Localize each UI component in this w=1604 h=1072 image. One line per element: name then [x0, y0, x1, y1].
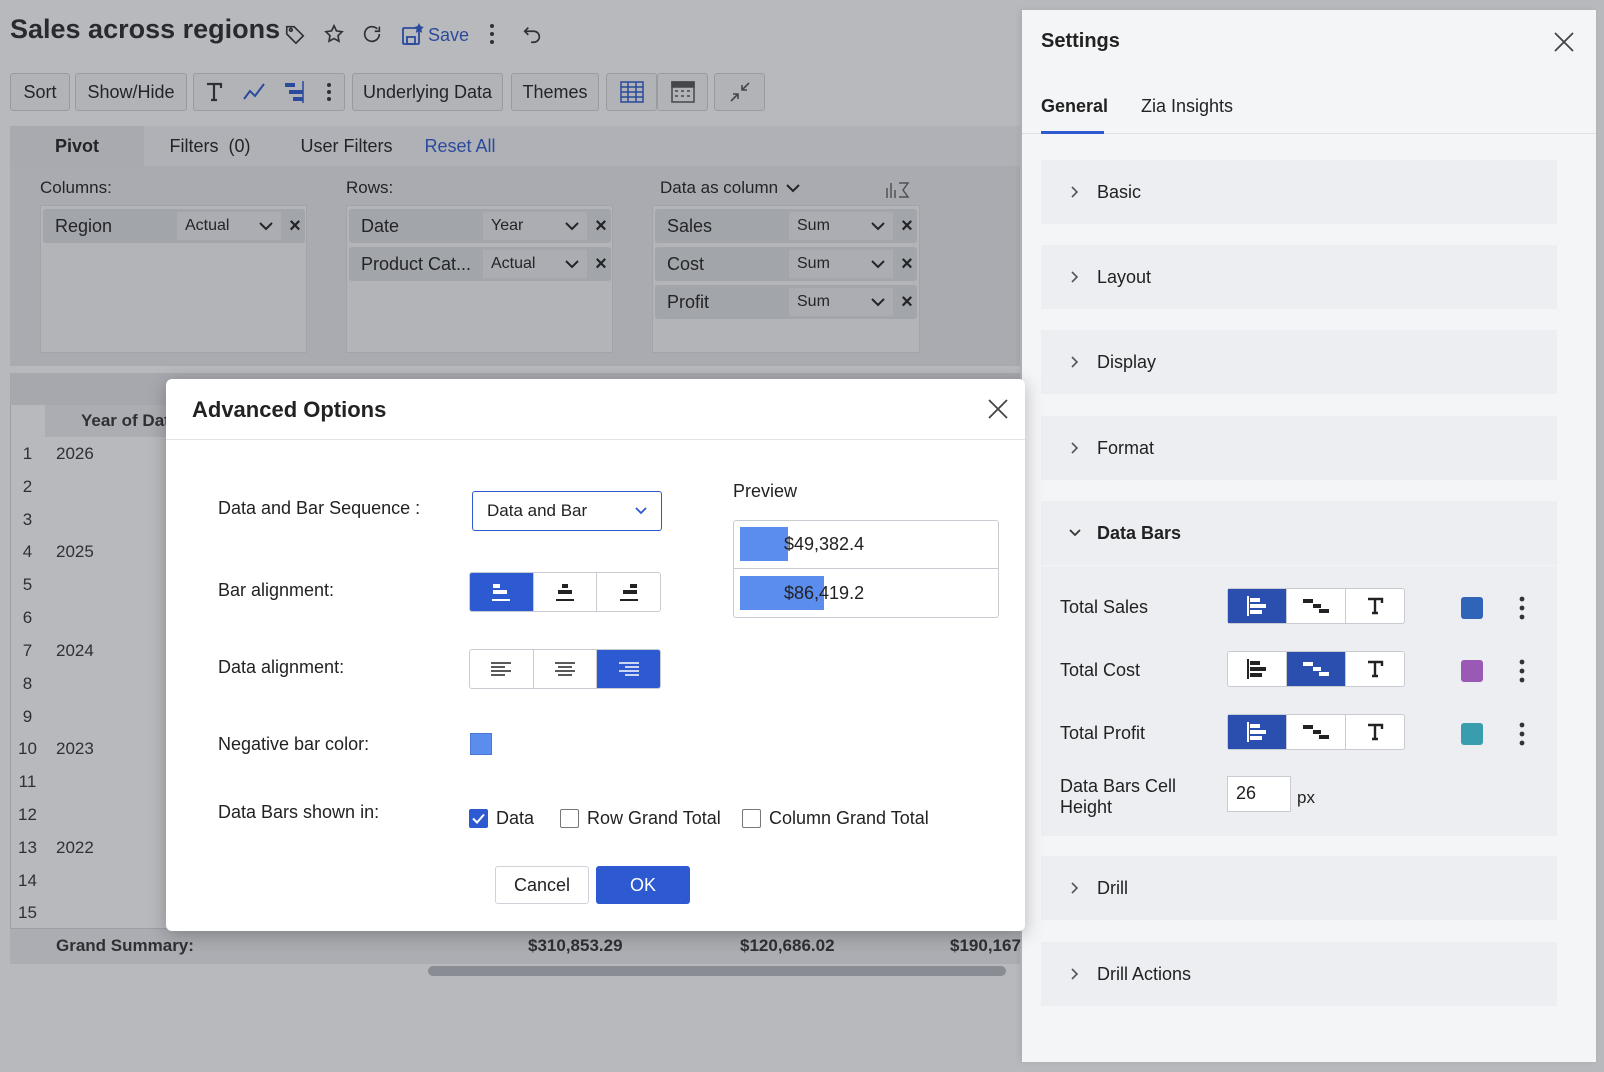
- close-icon[interactable]: [1550, 28, 1578, 56]
- checkbox-data[interactable]: Data: [469, 808, 534, 829]
- tab-zia-insights[interactable]: Zia Insights: [1141, 96, 1233, 117]
- chevron-right-icon: [1065, 442, 1085, 454]
- section-drill[interactable]: Drill: [1041, 856, 1557, 920]
- color-swatch[interactable]: [1461, 597, 1483, 619]
- data-bar-label: Total Cost: [1060, 660, 1141, 680]
- data-bar-label: Total Sales: [1060, 597, 1149, 617]
- bar-left-icon[interactable]: [1228, 589, 1287, 623]
- bar-style-selector: [1227, 651, 1405, 687]
- active-tab-indicator: [1041, 131, 1104, 134]
- more-vertical-icon[interactable]: [1512, 656, 1532, 686]
- chevron-right-icon: [1065, 186, 1085, 198]
- preview-row: $86,419.2: [733, 569, 999, 617]
- preview-row: $49,382.4: [733, 520, 999, 568]
- chevron-right-icon: [1065, 968, 1085, 980]
- cell-height-label: Data Bars Cell Height: [1060, 776, 1177, 817]
- color-swatch[interactable]: [1461, 723, 1483, 745]
- checkbox-unchecked-icon: [560, 809, 579, 828]
- bar-left-icon[interactable]: [1228, 715, 1287, 749]
- dialog-divider: [166, 439, 1025, 440]
- bar-diverging-icon[interactable]: [1287, 652, 1346, 686]
- shown-in-label: Data Bars shown in:: [218, 802, 380, 822]
- text-icon[interactable]: [1346, 715, 1404, 749]
- cell-height-unit: px: [1297, 788, 1315, 807]
- checkbox-row-grand-total[interactable]: Row Grand Total: [560, 808, 721, 829]
- bar-alignment-label: Bar alignment:: [218, 580, 335, 600]
- sequence-label: Data and Bar Sequence :: [218, 498, 421, 518]
- text-icon[interactable]: [1346, 589, 1404, 623]
- color-swatch[interactable]: [1461, 660, 1483, 682]
- section-basic[interactable]: Basic: [1041, 160, 1557, 224]
- preview-value: $49,382.4: [784, 534, 865, 554]
- settings-tabs: [1022, 76, 1596, 134]
- data-bar-label: Total Profit: [1060, 723, 1146, 743]
- bar-diverging-icon[interactable]: [1287, 589, 1346, 623]
- dialog-title: Advanced Options: [192, 397, 387, 422]
- text-icon[interactable]: [1346, 652, 1404, 686]
- section-display[interactable]: Display: [1041, 330, 1557, 394]
- sequence-select[interactable]: Data and Bar: [472, 491, 662, 531]
- negative-color-swatch[interactable]: [470, 733, 492, 755]
- chevron-down-icon: [635, 507, 647, 515]
- cell-height-input[interactable]: 26: [1227, 776, 1291, 812]
- section-layout[interactable]: Layout: [1041, 245, 1557, 309]
- chevron-down-icon: [1065, 529, 1085, 537]
- align-center-icon[interactable]: [534, 650, 598, 688]
- bar-left-icon[interactable]: [1228, 652, 1287, 686]
- preview-value: $86,419.2: [784, 583, 865, 603]
- more-vertical-icon[interactable]: [1512, 719, 1532, 749]
- negative-color-label: Negative bar color:: [218, 734, 370, 754]
- data-alignment-label: Data alignment:: [218, 657, 345, 677]
- chevron-right-icon: [1065, 356, 1085, 368]
- checkbox-checked-icon: [469, 809, 488, 828]
- close-icon[interactable]: [984, 395, 1012, 423]
- ok-button[interactable]: OK: [596, 866, 690, 904]
- bar-align-center-icon[interactable]: [534, 573, 598, 611]
- align-right-icon[interactable]: [597, 650, 660, 688]
- chevron-right-icon: [1065, 271, 1085, 283]
- section-format[interactable]: Format: [1041, 416, 1557, 480]
- cancel-button[interactable]: Cancel: [495, 866, 589, 904]
- section-drill-actions[interactable]: Drill Actions: [1041, 942, 1557, 1006]
- preview-bar: [740, 527, 788, 561]
- bar-align-right-icon[interactable]: [597, 573, 660, 611]
- preview-label: Preview: [733, 481, 798, 501]
- data-alignment-selector: [469, 649, 661, 689]
- more-vertical-icon[interactable]: [1512, 593, 1532, 623]
- section-data-bars[interactable]: Data Bars: [1041, 501, 1557, 565]
- bar-diverging-icon[interactable]: [1287, 715, 1346, 749]
- chevron-right-icon: [1065, 882, 1085, 894]
- checkbox-column-grand-total[interactable]: Column Grand Total: [742, 808, 929, 829]
- bar-align-left-icon[interactable]: [470, 573, 534, 611]
- bar-style-selector: [1227, 588, 1405, 624]
- tab-general[interactable]: General: [1041, 96, 1108, 117]
- bar-alignment-selector: [469, 572, 661, 612]
- settings-title: Settings: [1041, 30, 1120, 52]
- bar-style-selector: [1227, 714, 1405, 750]
- align-left-icon[interactable]: [470, 650, 534, 688]
- checkbox-unchecked-icon: [742, 809, 761, 828]
